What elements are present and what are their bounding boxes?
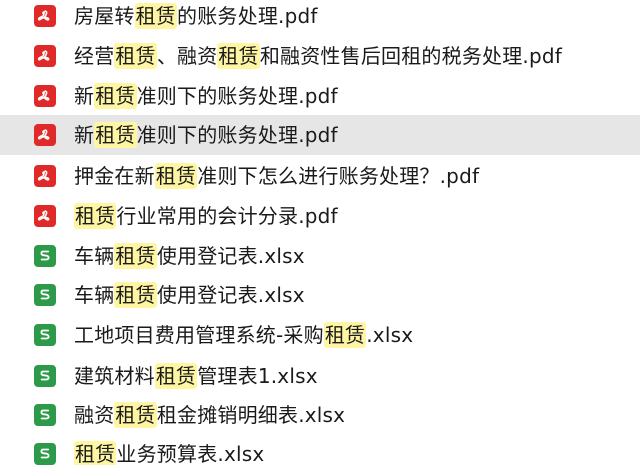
file-name: 新租赁准则下的账务处理.pdf: [74, 122, 338, 148]
pdf-file-icon: [34, 124, 56, 146]
file-row[interactable]: 车辆租赁使用登记表.xlsx: [0, 275, 640, 315]
file-name: 融资租赁租金摊销明细表.xlsx: [74, 402, 345, 428]
file-name-text: 工地项目费用管理系统-采购: [74, 323, 324, 347]
pdf-file-icon: [34, 45, 56, 67]
file-list: 房屋转租赁的账务处理.pdf 经营租赁、融资租赁和融资性售后回租的税务处理.pdf…: [0, 0, 640, 465]
pdf-file-icon: [34, 85, 56, 107]
file-name-text: 押金在新: [74, 164, 155, 188]
spreadsheet-file-icon: [34, 284, 56, 306]
search-match-highlight: 租赁: [114, 243, 157, 269]
file-name: 押金在新租赁准则下怎么进行账务处理？.pdf: [74, 163, 479, 189]
file-row[interactable]: 押金在新租赁准则下怎么进行账务处理？.pdf: [0, 156, 640, 196]
file-name-text: 经营: [74, 44, 115, 68]
file-row[interactable]: 车辆租赁使用登记表.xlsx: [0, 236, 640, 276]
file-name: 房屋转租赁的账务处理.pdf: [74, 3, 318, 29]
file-name-text: 车辆: [74, 283, 115, 307]
file-row[interactable]: 融资租赁租金摊销明细表.xlsx: [0, 395, 640, 435]
file-row[interactable]: 建筑材料租赁管理表1.xlsx: [0, 356, 640, 396]
search-match-highlight: 租赁: [154, 163, 198, 189]
search-match-highlight: 租赁: [217, 43, 260, 69]
file-name: 车辆租赁使用登记表.xlsx: [74, 243, 305, 269]
file-row[interactable]: 新租赁准则下的账务处理.pdf: [0, 76, 640, 116]
file-name-text: .xlsx: [366, 323, 414, 347]
file-row[interactable]: 租赁业务预算表.xlsx: [0, 434, 640, 465]
file-name: 租赁业务预算表.xlsx: [74, 441, 264, 465]
file-name: 车辆租赁使用登记表.xlsx: [74, 282, 305, 308]
pdf-file-icon: [34, 5, 56, 27]
file-name: 经营租赁、融资租赁和融资性售后回租的税务处理.pdf: [74, 43, 562, 69]
spreadsheet-file-icon: [34, 365, 56, 387]
file-name-text: 准则下怎么进行账务处理？.pdf: [197, 164, 480, 188]
file-name-text: 和融资性售后回租的税务处理.pdf: [259, 44, 563, 68]
spreadsheet-file-icon: [34, 443, 56, 465]
pdf-file-icon: [34, 165, 56, 187]
file-name-text: 业务预算表.xlsx: [116, 442, 265, 465]
search-match-highlight: 租赁: [94, 83, 137, 109]
spreadsheet-file-icon: [34, 404, 56, 426]
file-name-text: 、融资: [156, 44, 218, 68]
file-name: 工地项目费用管理系统-采购租赁.xlsx: [74, 322, 413, 348]
spreadsheet-file-icon: [34, 324, 56, 346]
file-name-text: 建筑材料: [74, 364, 155, 388]
search-match-highlight: 租赁: [74, 441, 117, 465]
file-row[interactable]: 租赁行业常用的会计分录.pdf: [0, 196, 640, 236]
file-name: 新租赁准则下的账务处理.pdf: [74, 83, 338, 109]
search-match-highlight: 租赁: [154, 363, 198, 389]
spreadsheet-file-icon: [34, 245, 56, 267]
file-name-text: 新: [74, 84, 95, 108]
search-match-highlight: 租赁: [114, 282, 157, 308]
search-match-highlight: 租赁: [74, 203, 117, 229]
file-name-text: 管理表1.xlsx: [197, 364, 318, 388]
search-match-highlight: 租赁: [134, 3, 178, 29]
search-match-highlight: 租赁: [323, 322, 367, 348]
pdf-file-icon: [34, 205, 56, 227]
search-match-highlight: 租赁: [94, 122, 137, 148]
search-match-highlight: 租赁: [114, 402, 157, 428]
file-row[interactable]: 工地项目费用管理系统-采购租赁.xlsx: [0, 315, 640, 355]
file-name-text: 使用登记表.xlsx: [156, 244, 305, 268]
file-name-text: 车辆: [74, 244, 115, 268]
file-name-text: 新: [74, 123, 95, 147]
file-name-text: 租金摊销明细表.xlsx: [156, 403, 346, 427]
file-name-text: 使用登记表.xlsx: [156, 283, 305, 307]
file-name: 租赁行业常用的会计分录.pdf: [74, 203, 338, 229]
file-row[interactable]: 房屋转租赁的账务处理.pdf: [0, 0, 640, 36]
file-name-text: 准则下的账务处理.pdf: [136, 84, 338, 108]
file-name-text: 准则下的账务处理.pdf: [136, 123, 338, 147]
file-name-text: 的账务处理.pdf: [177, 4, 318, 28]
search-match-highlight: 租赁: [114, 43, 157, 69]
file-name-text: 房屋转: [74, 4, 135, 28]
file-row[interactable]: 新租赁准则下的账务处理.pdf: [0, 115, 640, 155]
file-name: 建筑材料租赁管理表1.xlsx: [74, 363, 318, 389]
file-row[interactable]: 经营租赁、融资租赁和融资性售后回租的税务处理.pdf: [0, 36, 640, 76]
file-name-text: 融资: [74, 403, 115, 427]
file-name-text: 行业常用的会计分录.pdf: [116, 204, 338, 228]
